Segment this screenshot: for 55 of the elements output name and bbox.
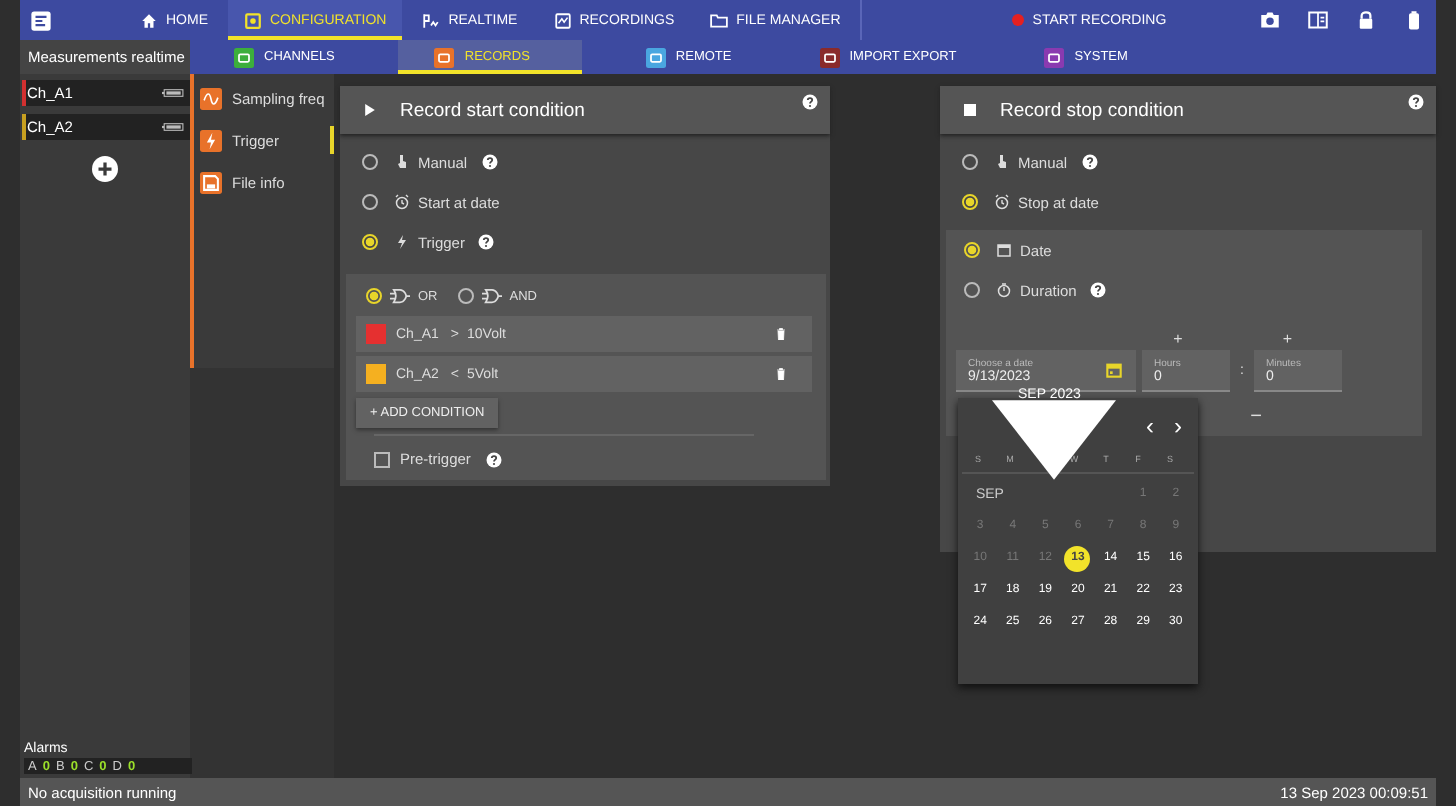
chart-icon xyxy=(422,11,441,29)
home-icon xyxy=(140,11,158,29)
pointer-triangle-icon xyxy=(992,398,1116,482)
play-icon xyxy=(364,104,376,116)
radio-button[interactable] xyxy=(964,282,980,298)
card-title: Record stop condition xyxy=(1000,99,1184,121)
folder-icon xyxy=(710,11,729,29)
increment-button[interactable]: + xyxy=(1173,329,1183,347)
save-icon xyxy=(200,171,222,193)
battery-icon xyxy=(161,88,183,98)
camera-icon[interactable] xyxy=(1260,10,1280,30)
help-icon[interactable] xyxy=(1090,282,1107,298)
previous-month-button[interactable]: ‹ xyxy=(1146,414,1154,438)
hand-icon xyxy=(394,154,410,170)
help-icon[interactable] xyxy=(1408,94,1424,110)
radio-button[interactable] xyxy=(457,288,474,304)
radio-button[interactable] xyxy=(964,242,980,258)
radio-button[interactable] xyxy=(962,154,978,170)
card-title: Record start condition xyxy=(400,99,585,121)
decrement-button[interactable]: − xyxy=(1250,405,1262,427)
logic-gate-icon xyxy=(390,288,410,304)
next-month-button[interactable]: › xyxy=(1174,414,1182,438)
radio-button[interactable] xyxy=(362,154,378,170)
help-icon[interactable] xyxy=(486,451,503,467)
chart-icon xyxy=(553,11,572,29)
logic-gate-icon xyxy=(481,288,502,304)
book-icon[interactable] xyxy=(1308,10,1328,30)
hand-icon xyxy=(994,154,1010,170)
stopwatch-icon xyxy=(996,282,1012,298)
add-icon[interactable] xyxy=(92,156,118,182)
stop-icon xyxy=(964,104,976,116)
trash-icon[interactable] xyxy=(776,328,786,340)
battery-icon xyxy=(1404,10,1424,30)
help-icon[interactable] xyxy=(481,154,498,170)
battery-icon xyxy=(161,122,183,132)
radio-button[interactable] xyxy=(362,234,378,250)
help-icon[interactable] xyxy=(478,234,495,250)
calendar-icon xyxy=(996,242,1012,258)
app-menu-icon[interactable] xyxy=(30,9,52,31)
alarm-clock-icon xyxy=(394,194,410,210)
lightning-icon xyxy=(394,234,410,250)
lock-icon[interactable] xyxy=(1356,10,1376,30)
calendar-icon[interactable] xyxy=(1106,362,1122,378)
trash-icon[interactable] xyxy=(776,368,786,380)
gear-icon xyxy=(244,11,262,29)
help-icon[interactable] xyxy=(1081,154,1098,170)
checkbox[interactable] xyxy=(374,451,390,467)
alarm-clock-icon xyxy=(994,194,1010,210)
radio-button[interactable] xyxy=(362,194,378,210)
wave-icon xyxy=(200,87,222,109)
help-icon[interactable] xyxy=(802,94,818,110)
radio-button[interactable] xyxy=(962,194,978,210)
radio-button[interactable] xyxy=(366,288,382,304)
lightning-icon xyxy=(200,129,222,151)
increment-button[interactable]: + xyxy=(1282,329,1292,347)
